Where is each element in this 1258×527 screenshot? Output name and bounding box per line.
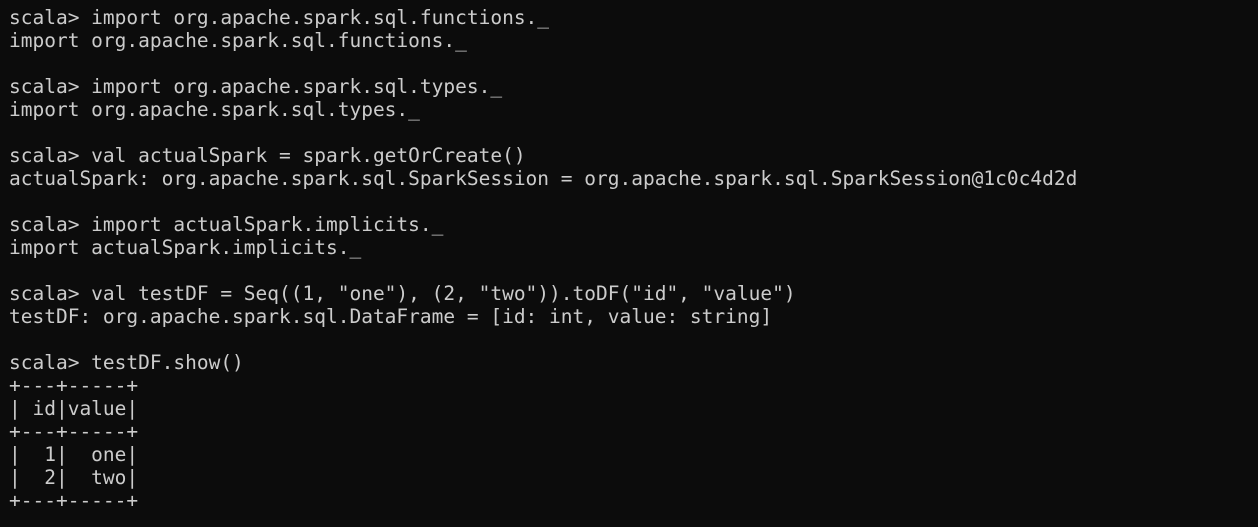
table-header-row: | id|value| [9, 397, 139, 420]
table-border-line: +---+-----+ [9, 374, 139, 397]
terminal-line: scala> val actualSpark = spark.getOrCrea… [9, 144, 526, 167]
terminal-output[interactable]: scala> import org.apache.spark.sql.funct… [0, 0, 1258, 527]
table-border-line: +---+-----+ [9, 489, 139, 512]
terminal-line: scala> import actualSpark.implicits._ [9, 213, 444, 236]
table-row: | 2| two| [9, 466, 139, 489]
terminal-line: import actualSpark.implicits._ [9, 236, 362, 259]
terminal-line: scala> import org.apache.spark.sql.types… [9, 75, 503, 98]
table-row: | 1| one| [9, 443, 139, 466]
terminal-line: actualSpark: org.apache.spark.sql.SparkS… [9, 167, 1078, 190]
table-border-line: +---+-----+ [9, 420, 139, 443]
terminal-line: scala> val testDF = Seq((1, "one"), (2, … [9, 282, 796, 305]
terminal-line: import org.apache.spark.sql.functions._ [9, 29, 467, 52]
terminal-line: scala> import org.apache.spark.sql.funct… [9, 6, 550, 29]
terminal-line: testDF: org.apache.spark.sql.DataFrame =… [9, 305, 773, 328]
terminal-line: scala> testDF.show() [9, 351, 244, 374]
terminal-line: import org.apache.spark.sql.types._ [9, 98, 420, 121]
